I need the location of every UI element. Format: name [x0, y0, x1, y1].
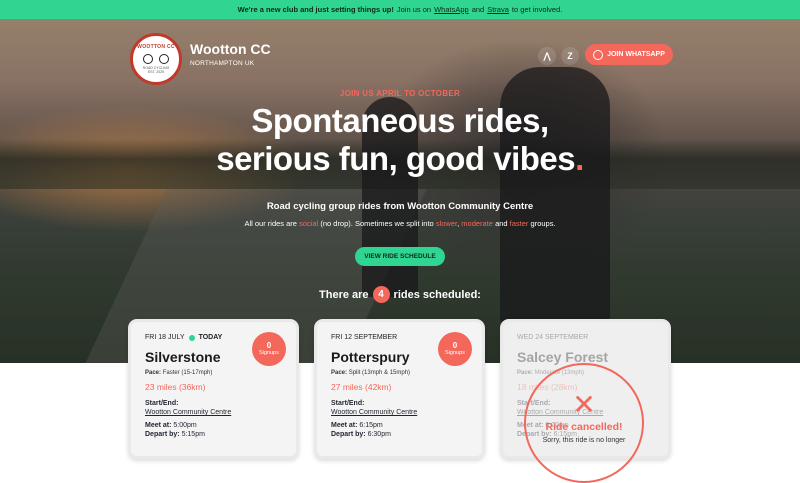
- today-indicator-icon: [188, 334, 195, 341]
- banner-text: Join us on: [396, 5, 432, 14]
- ride-date: FRI 12 SEPTEMBER: [331, 334, 398, 341]
- hero-subtitle: Road cycling group rides from Wootton Co…: [266, 201, 534, 212]
- hero-headline: Spontaneous rides, serious fun, good vib…: [0, 102, 800, 178]
- ride-card[interactable]: FRI 12 SEPTEMBER 0 Signups Potterspury P…: [314, 319, 485, 459]
- hero-headline-line1: Spontaneous rides,: [251, 102, 549, 139]
- meet-label: Meet at:: [145, 422, 172, 429]
- hero-eyebrow: JOIN US APRIL TO OCTOBER: [339, 89, 461, 98]
- depart-label: Depart by:: [331, 431, 366, 438]
- signups-label: Signups: [259, 350, 279, 356]
- meet-label: Meet at:: [331, 422, 358, 429]
- banner-and-text: and: [471, 5, 485, 14]
- start-end-link[interactable]: Wootton Community Centre: [145, 409, 282, 416]
- hero-headline-line2-text: serious fun, good vibes: [216, 140, 576, 177]
- signups-count: 0: [266, 341, 272, 350]
- meet-value: 5:00pm: [173, 422, 197, 429]
- desc-comma: ,: [457, 219, 460, 228]
- bicycle-icon: [141, 51, 171, 65]
- start-end-link[interactable]: Wootton Community Centre: [331, 409, 468, 416]
- depart-label: Depart by:: [145, 431, 180, 438]
- ride-distance: 23 miles (36km): [145, 382, 206, 392]
- desc-social-highlight: social: [299, 219, 319, 228]
- ride-distance: 27 miles (42km): [331, 382, 392, 392]
- rides-count-post: rides scheduled:: [393, 288, 481, 301]
- club-location: NORTHAMPTON UK: [190, 60, 255, 67]
- signups-badge[interactable]: 0 Signups: [438, 332, 472, 366]
- start-end-label: Start/End:: [331, 400, 365, 407]
- rides-count-badge: 4: [372, 286, 390, 303]
- start-end-label: Start/End:: [145, 400, 179, 407]
- zwift-icon[interactable]: Z: [561, 47, 579, 65]
- today-label: TODAY: [198, 334, 223, 341]
- pace-value: Split (13mph & 15mph): [348, 370, 411, 376]
- announcement-banner: We're a new club and just setting things…: [0, 0, 800, 19]
- cancelled-message: Sorry, this ride is no longer: [542, 437, 626, 444]
- signups-label: Signups: [445, 350, 465, 356]
- hero-overlay: [0, 19, 800, 363]
- whatsapp-icon: [593, 49, 604, 60]
- join-whatsapp-button[interactable]: JOIN WHATSAPP: [585, 44, 673, 65]
- meet-value: 6:15pm: [359, 422, 383, 429]
- ride-date: WED 24 SEPTEMBER: [517, 334, 589, 341]
- logo-ring-text: WOOTTON CC: [137, 44, 175, 50]
- rides-count-line: There are 4 rides scheduled:: [0, 286, 800, 303]
- depart-value: 6:30pm: [367, 431, 391, 438]
- hero-section: [0, 19, 800, 363]
- ride-cancelled-overlay: ✕ Ride cancelled! Sorry, this ride is no…: [524, 363, 644, 483]
- desc-text: groups.: [530, 219, 556, 228]
- desc-text: and: [495, 219, 508, 228]
- pace-label: Pace:: [517, 370, 534, 376]
- hero-description: All our rides are social (no drop). Some…: [0, 219, 800, 228]
- hero-headline-line2: serious fun, good vibes.: [0, 140, 800, 178]
- logo-est-text: EST. 2025: [147, 70, 165, 74]
- strava-icon[interactable]: ⋀: [538, 47, 556, 65]
- ride-card[interactable]: FRI 18 JULY TODAY 0 Signups Silverstone …: [128, 319, 299, 459]
- club-name[interactable]: Wootton CC: [190, 41, 271, 57]
- signups-badge[interactable]: 0 Signups: [252, 332, 286, 366]
- pace-label: Pace:: [145, 370, 162, 376]
- desc-moderate-highlight: moderate: [461, 219, 493, 228]
- banner-end-text: to get involved.: [511, 5, 563, 14]
- banner-strava-link[interactable]: Strava: [487, 5, 509, 14]
- meet-row: Meet at: 6:15pm: [331, 422, 468, 429]
- desc-faster-highlight: faster: [509, 219, 529, 228]
- banner-whatsapp-link[interactable]: WhatsApp: [434, 5, 469, 14]
- view-ride-schedule-button[interactable]: VIEW RIDE SCHEDULE: [355, 247, 445, 266]
- rides-count-pre: There are: [319, 288, 369, 301]
- depart-value: 5:15pm: [181, 431, 205, 438]
- club-logo[interactable]: WOOTTON CC ROAD CYCLING EST. 2025: [130, 33, 182, 85]
- pace-value: Faster (15-17mph): [162, 370, 213, 376]
- depart-row: Depart by: 6:30pm: [331, 431, 468, 438]
- desc-text: (no drop). Sometimes we split into: [320, 219, 434, 228]
- meet-row: Meet at: 5:00pm: [145, 422, 282, 429]
- desc-text: All our rides are: [244, 219, 297, 228]
- cancelled-x-icon: ✕: [572, 389, 596, 420]
- depart-row: Depart by: 5:15pm: [145, 431, 282, 438]
- ride-date: FRI 18 JULY: [145, 334, 185, 341]
- ride-date-row: WED 24 SEPTEMBER: [517, 334, 654, 341]
- banner-strong-text: We're a new club and just setting things…: [237, 5, 394, 14]
- ride-pace: Pace: Faster (15-17mph): [145, 370, 282, 376]
- pace-label: Pace:: [331, 370, 348, 376]
- join-whatsapp-label: JOIN WHATSAPP: [607, 51, 665, 58]
- signups-count: 0: [452, 341, 458, 350]
- cancelled-title: Ride cancelled!: [545, 421, 623, 433]
- hero-headline-dot: .: [575, 140, 584, 177]
- ride-pace: Pace: Split (13mph & 15mph): [331, 370, 468, 376]
- desc-slower-highlight: slower: [435, 219, 458, 228]
